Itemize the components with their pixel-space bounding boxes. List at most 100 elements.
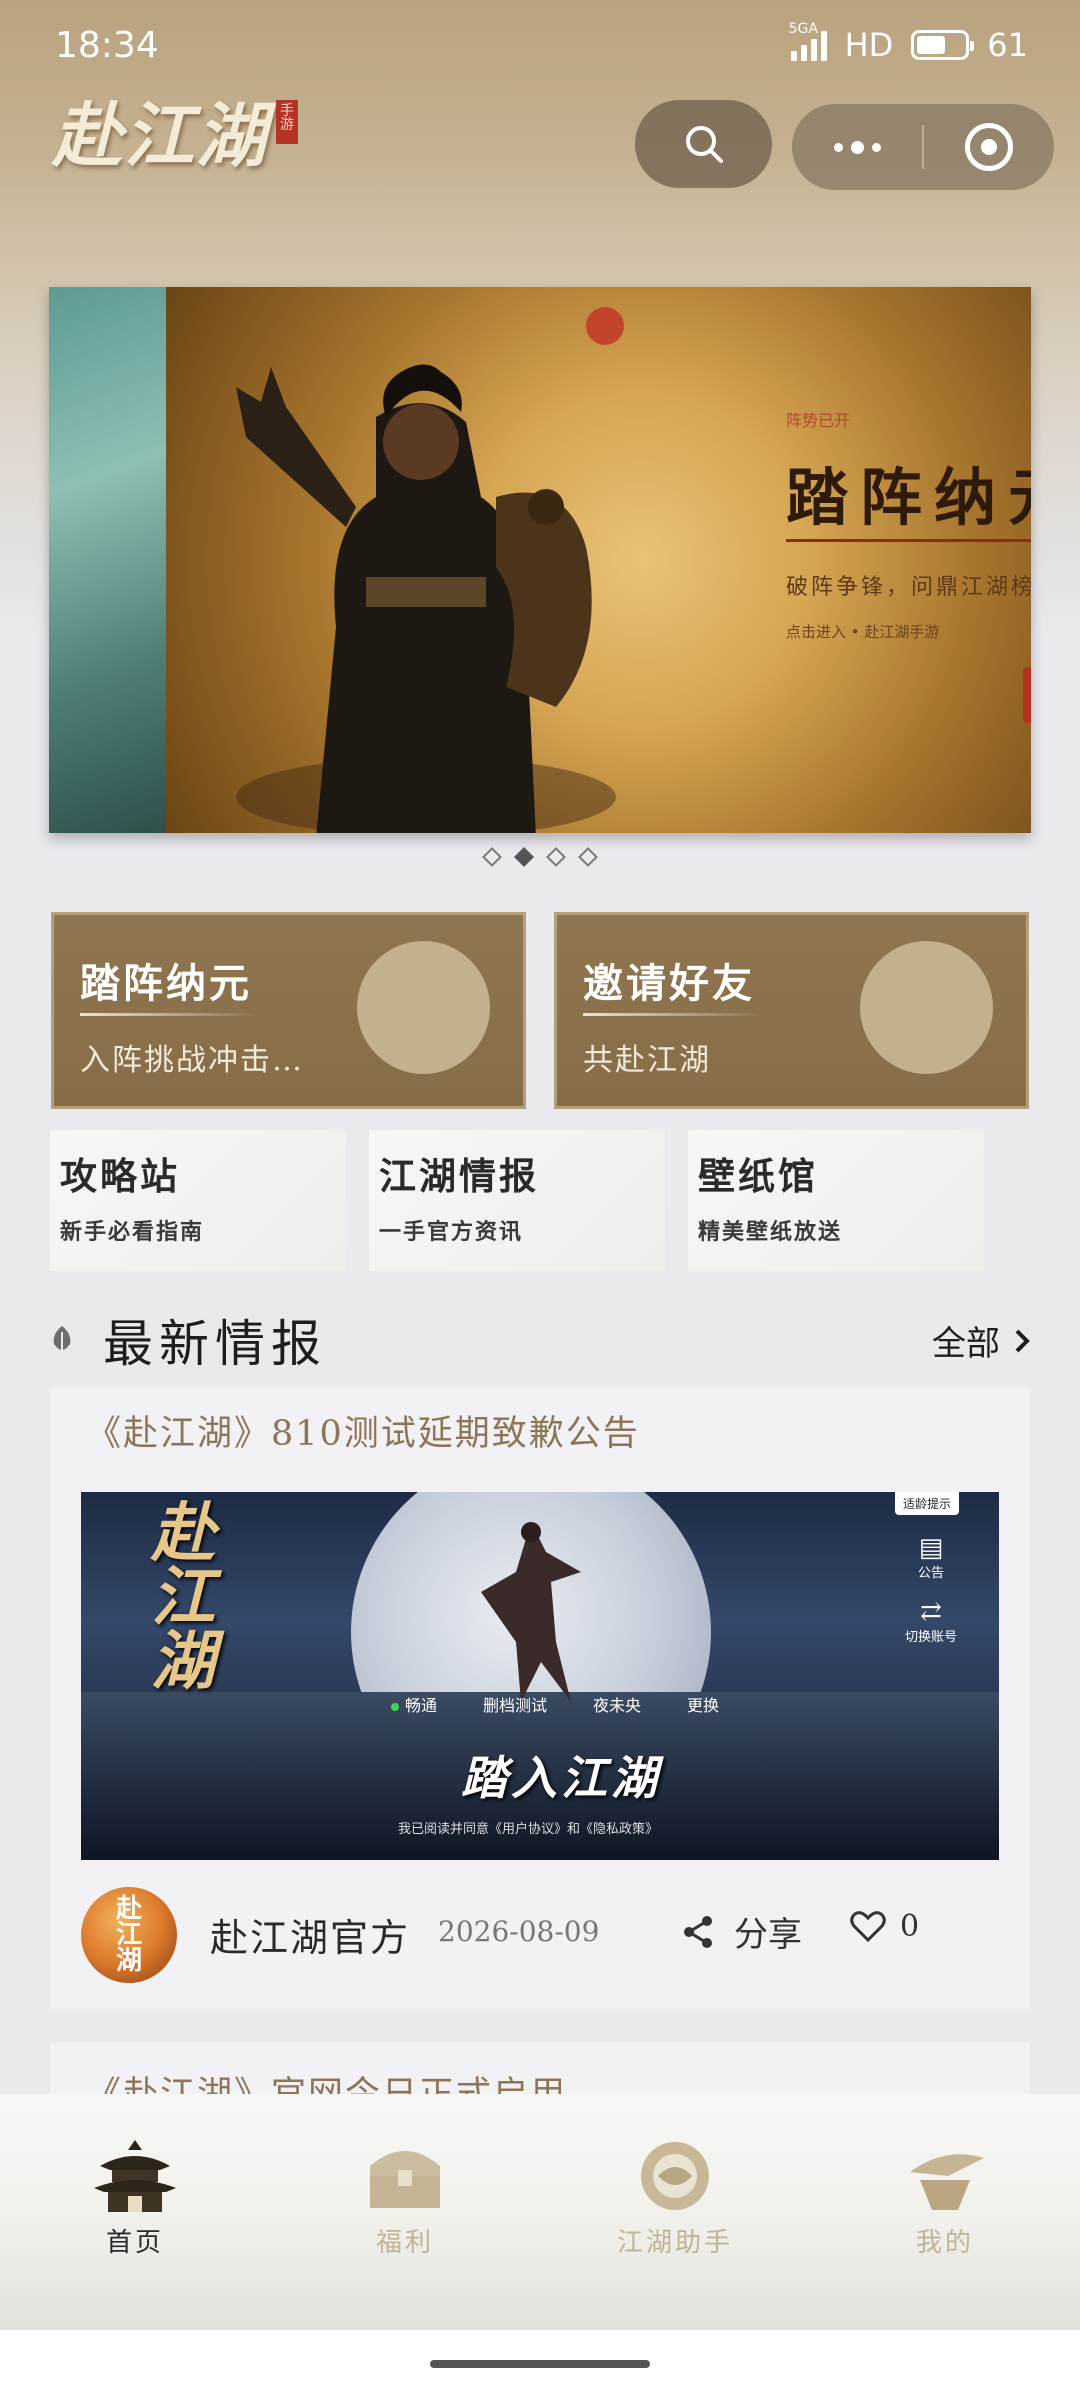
status-bar: 18:34 5GA HD 61 [0, 0, 1080, 90]
banner-title: 踏阵纳元 [786, 461, 1031, 534]
quick-link-guide[interactable]: 攻略站 新手必看指南 [50, 1130, 346, 1271]
section-title: 最新情报 [103, 1315, 327, 1373]
treasure-chest-icon [370, 2151, 440, 2208]
online-dot [391, 1703, 399, 1711]
latest-news-header: 最新情报 全部 [50, 1300, 1030, 1380]
quick-link-news[interactable]: 江湖情报 一手官方资讯 [369, 1130, 665, 1271]
news-title: 《赴江湖》810测试延期致歉公告 [86, 1414, 640, 1454]
news-date: 2026-08-09 [438, 1915, 600, 1948]
bottom-tab-bar: 首页 福利 江湖助手 我的 [0, 2094, 1080, 2330]
tab-label: 首页 [105, 2228, 164, 2258]
notice-button: ▤ 公告 [901, 1534, 961, 1581]
mini-program-capsule [792, 104, 1054, 190]
feature-subtitle: 共赴江湖 [583, 1043, 711, 1078]
search-icon [685, 126, 723, 163]
like-button[interactable]: 0 [850, 1909, 919, 1944]
feature-title: 邀请好友 [583, 960, 755, 1007]
banner-side-tab [1023, 667, 1031, 723]
share-label: 分享 [734, 1915, 802, 1955]
menu-item: 畅通 [391, 1692, 437, 1716]
home-indicator[interactable] [430, 2360, 650, 2368]
tab-welfare[interactable]: 福利 [270, 2094, 540, 2330]
share-button[interactable]: 分享 [680, 1907, 802, 1956]
tab-label: 江湖助手 [616, 2228, 733, 2258]
quick-link-title: 壁纸馆 [698, 1154, 818, 1198]
logo-seal: 手游 [276, 100, 298, 144]
status-indicators: 5GA HD 61 [789, 21, 1028, 64]
quick-link-subtitle: 精美壁纸放送 [698, 1219, 843, 1245]
network-type: 5GA [788, 21, 818, 37]
notice-label: 公告 [917, 1566, 944, 1581]
banner-subtitle: 破阵争锋，问鼎江湖榜首 [786, 575, 1031, 600]
agreement-text: 我已阅读并同意《用户协议》和《隐私政策》 [398, 1822, 659, 1837]
age-tag: 适龄提示 [894, 1492, 959, 1515]
tab-label: 我的 [915, 2228, 974, 2258]
chevron-right-icon [1015, 1329, 1030, 1352]
banner-divider [786, 539, 1031, 542]
battery-icon [911, 30, 975, 60]
close-mini-program-button[interactable] [924, 123, 1054, 171]
app-logo: 赴江湖 手游 [52, 80, 298, 190]
feature-underline [80, 1013, 260, 1016]
tab-mine[interactable]: 我的 [810, 2094, 1080, 2330]
enter-game-text: 踏入江湖 [461, 1751, 661, 1805]
banner-slide[interactable]: 阵势已开 踏阵纳元 破阵争锋，问鼎江湖榜首 点击进入 • 赴江湖手游 [166, 287, 1031, 833]
quick-link-title: 攻略站 [60, 1154, 180, 1198]
banner-meta: 点击进入 • 赴江湖手游 [786, 623, 940, 641]
carousel-dot[interactable] [482, 847, 502, 867]
feature-icon-placeholder [357, 941, 490, 1074]
menu-item: 删档测试 [483, 1696, 548, 1715]
banner-carousel[interactable]: 阵势已开 踏阵纳元 破阵争锋，问鼎江湖榜首 点击进入 • 赴江湖手游 [49, 287, 1031, 833]
tab-home[interactable]: 首页 [0, 2094, 270, 2330]
system-navigation-bar [0, 2330, 1080, 2400]
tab-assistant[interactable]: 江湖助手 [540, 2094, 810, 2330]
view-all-label: 全部 [932, 1324, 1000, 1364]
carousel-indicator [0, 847, 1080, 867]
feature-underline [583, 1013, 763, 1016]
warrior-figure [481, 1522, 581, 1702]
like-count: 0 [900, 1909, 920, 1944]
pagoda-icon [94, 2140, 176, 2212]
quick-link-title: 江湖情报 [379, 1154, 539, 1198]
search-button[interactable] [635, 100, 772, 188]
tab-label: 福利 [375, 2228, 434, 2258]
share-icon [684, 1915, 712, 1948]
carousel-dot[interactable] [578, 847, 598, 867]
signal-icon: 5GA [789, 21, 827, 61]
hat-icon [910, 2154, 984, 2210]
assistant-icon [641, 2142, 709, 2210]
quick-link-subtitle: 新手必看指南 [60, 1219, 205, 1245]
feature-subtitle: 入阵挑战冲击… [80, 1043, 304, 1078]
banner-prev-slide [49, 287, 166, 833]
status-time: 18:34 [55, 24, 159, 66]
switch-label: 切换账号 [904, 1630, 957, 1645]
banner-red-sun [586, 307, 624, 345]
carousel-dot[interactable] [546, 847, 566, 867]
menu-item: 更换 [687, 1696, 720, 1715]
avatar[interactable]: 赴江湖 [81, 1887, 177, 1983]
quick-link-subtitle: 一手官方资讯 [379, 1219, 524, 1245]
more-dots-icon[interactable] [792, 140, 922, 154]
leaf-icon [53, 1326, 71, 1350]
battery-level: 61 [987, 26, 1028, 64]
news-card[interactable]: 《赴江湖》810测试延期致歉公告 赴江湖 适龄提示 ▤ 公告 ⇄ 切换账号 畅通… [50, 1387, 1030, 2009]
feature-title: 踏阵纳元 [80, 960, 252, 1007]
banner-kicker: 阵势已开 [786, 411, 851, 430]
target-icon [965, 123, 1013, 171]
game-logo: 赴江湖 [151, 1496, 215, 1699]
heart-icon [850, 1910, 886, 1942]
view-all-link[interactable]: 全部 [932, 1316, 1030, 1365]
notice-icon: ▤ [918, 1533, 944, 1563]
game-menu: 畅通 删档测试 夜未央 更换 [391, 1692, 719, 1716]
menu-item: 夜未央 [593, 1696, 642, 1715]
logo-text: 赴江湖 [52, 94, 268, 177]
feature-card-invite[interactable]: 邀请好友 共赴江湖 [554, 912, 1029, 1109]
quick-link-wallpaper[interactable]: 壁纸馆 精美壁纸放送 [688, 1130, 984, 1271]
switch-account-button: ⇄ 切换账号 [901, 1598, 961, 1645]
news-author[interactable]: 赴江湖官方 [210, 1907, 410, 1962]
switch-icon: ⇄ [920, 1597, 942, 1627]
news-cover-image[interactable]: 赴江湖 适龄提示 ▤ 公告 ⇄ 切换账号 畅通 删档测试 夜未央 更换 踏入江湖… [81, 1492, 999, 1860]
feature-icon-placeholder [860, 941, 993, 1074]
carousel-dot-active[interactable] [514, 847, 534, 867]
feature-card-tazhen[interactable]: 踏阵纳元 入阵挑战冲击… [51, 912, 526, 1109]
